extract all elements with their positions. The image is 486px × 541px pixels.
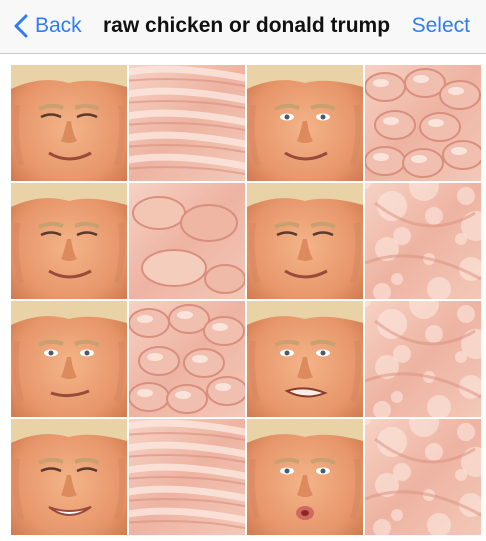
photo-raw-chicken[interactable] [129, 183, 245, 299]
photo-raw-chicken[interactable] [365, 419, 481, 535]
album-title: raw chicken or donald trump [103, 14, 391, 37]
back-label: Back [35, 14, 82, 37]
photo-raw-chicken[interactable] [365, 183, 481, 299]
photo-raw-chicken[interactable] [129, 65, 245, 181]
chevron-left-icon [14, 14, 28, 38]
back-button[interactable]: Back [14, 11, 82, 41]
photo-raw-chicken[interactable] [365, 65, 481, 181]
photo-trump-face[interactable] [11, 183, 127, 299]
photo-trump-face[interactable] [247, 301, 363, 417]
photo-trump-face[interactable] [247, 419, 363, 535]
navigation-bar: Back raw chicken or donald trump Select [0, 0, 486, 54]
photo-raw-chicken[interactable] [129, 301, 245, 417]
photo-raw-chicken[interactable] [129, 419, 245, 535]
photo-trump-face[interactable] [11, 419, 127, 535]
photo-trump-face[interactable] [11, 65, 127, 181]
photo-trump-face[interactable] [247, 183, 363, 299]
photo-trump-face[interactable] [11, 301, 127, 417]
photo-trump-face[interactable] [247, 65, 363, 181]
select-button[interactable]: Select [412, 11, 470, 41]
photo-raw-chicken[interactable] [365, 301, 481, 417]
photo-grid [11, 65, 481, 535]
